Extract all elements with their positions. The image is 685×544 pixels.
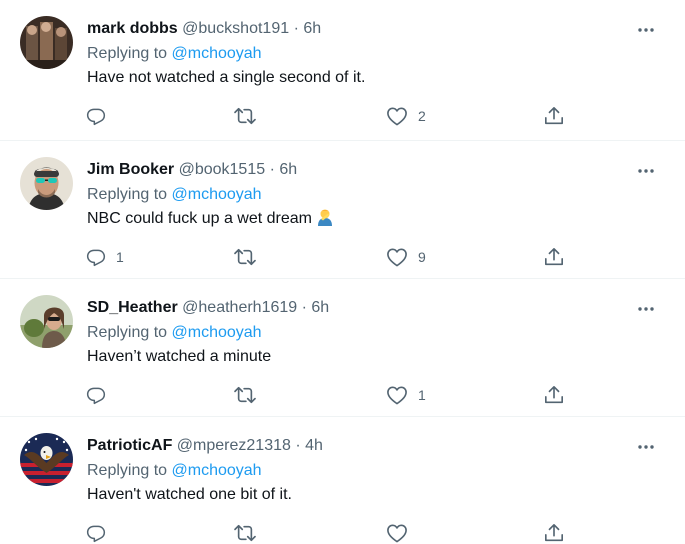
retweet-button[interactable] <box>233 245 267 269</box>
separator-dot: · <box>301 299 307 316</box>
more-horizontal-icon <box>638 445 654 449</box>
replying-to-label: Replying to <box>87 462 168 479</box>
heart-icon <box>387 248 407 267</box>
tweet-header: PatrioticAF @mperez21318 · 4h <box>87 435 323 457</box>
more-options-button[interactable] <box>635 20 657 40</box>
avatar[interactable] <box>20 157 73 210</box>
avatar[interactable] <box>20 433 73 486</box>
tweet-actions: 1 9 <box>0 245 685 269</box>
user-handle[interactable]: @mperez21318 <box>177 437 291 454</box>
reply-button[interactable] <box>86 383 116 407</box>
reply-button[interactable] <box>86 104 116 128</box>
retweet-icon <box>234 107 256 125</box>
person-facepalming-emoji-icon <box>316 208 334 233</box>
display-name[interactable]: mark dobbs <box>87 20 178 37</box>
replying-to-label: Replying to <box>87 45 168 62</box>
tweet-text: NBC could fuck up a wet dream <box>87 210 312 227</box>
timestamp[interactable]: 6h <box>311 299 329 316</box>
reply-count: 1 <box>116 249 124 265</box>
like-count: 9 <box>418 249 426 265</box>
mention-link[interactable]: @mchooyah <box>172 324 262 341</box>
tweet-actions: 1 <box>0 383 685 407</box>
share-button[interactable] <box>543 104 565 128</box>
more-horizontal-icon <box>638 307 654 311</box>
timestamp[interactable]: 6h <box>279 161 297 178</box>
mention-link[interactable]: @mchooyah <box>172 186 262 203</box>
tweet-reply[interactable]: SD_Heather @heatherh1619 · 6h Replying t… <box>0 279 685 417</box>
share-icon <box>545 524 564 542</box>
like-button[interactable]: 9 <box>386 245 426 269</box>
replying-to-line: Replying to @mchooyah <box>87 184 262 206</box>
like-button[interactable]: 2 <box>386 104 426 128</box>
avatar[interactable] <box>20 16 73 69</box>
heart-icon <box>387 386 407 405</box>
separator-dot: · <box>295 437 301 454</box>
reply-button[interactable] <box>86 521 116 544</box>
share-icon <box>545 107 564 125</box>
user-handle[interactable]: @buckshot191 <box>182 20 289 37</box>
share-button[interactable] <box>543 383 565 407</box>
tweet-actions: 2 <box>0 104 685 128</box>
replying-to-line: Replying to @mchooyah <box>87 322 262 344</box>
share-button[interactable] <box>543 245 565 269</box>
heart-icon <box>387 524 407 543</box>
avatar[interactable] <box>20 295 73 348</box>
like-button[interactable] <box>386 521 418 544</box>
more-options-button[interactable] <box>635 299 657 319</box>
tweet-reply[interactable]: Jim Booker @book1515 · 6h Replying to @m… <box>0 141 685 279</box>
replying-to-line: Replying to @mchooyah <box>87 43 262 65</box>
share-button[interactable] <box>543 521 565 544</box>
separator-dot: · <box>269 161 275 178</box>
display-name[interactable]: SD_Heather <box>87 299 178 316</box>
reply-icon <box>86 108 106 126</box>
tweet-text: Haven't watched one bit of it. <box>87 486 292 503</box>
retweet-button[interactable] <box>233 383 267 407</box>
user-handle[interactable]: @book1515 <box>179 161 266 178</box>
mention-link[interactable]: @mchooyah <box>172 45 262 62</box>
share-icon <box>545 386 564 404</box>
more-options-button[interactable] <box>635 437 657 457</box>
more-horizontal-icon <box>638 169 654 173</box>
tweet-header: mark dobbs @buckshot191 · 6h <box>87 18 321 40</box>
display-name[interactable]: PatrioticAF <box>87 437 172 454</box>
tweet-header: Jim Booker @book1515 · 6h <box>87 159 297 181</box>
reply-icon <box>86 249 106 267</box>
retweet-button[interactable] <box>233 104 267 128</box>
mention-link[interactable]: @mchooyah <box>172 462 262 479</box>
heart-icon <box>387 107 407 126</box>
retweet-icon <box>234 386 256 404</box>
more-options-button[interactable] <box>635 161 657 181</box>
tweet-text-container: NBC could fuck up a wet dream <box>87 208 334 233</box>
tweet-header: SD_Heather @heatherh1619 · 6h <box>87 297 329 319</box>
tweet-actions <box>0 521 685 544</box>
reply-icon <box>86 525 106 543</box>
replying-to-label: Replying to <box>87 324 168 341</box>
replies-feed: mark dobbs @buckshot191 · 6h Replying to… <box>0 0 685 544</box>
reply-icon <box>86 387 106 405</box>
replying-to-label: Replying to <box>87 186 168 203</box>
like-button[interactable]: 1 <box>386 383 426 407</box>
retweet-icon <box>234 524 256 542</box>
retweet-button[interactable] <box>233 521 267 544</box>
like-count: 2 <box>418 108 426 124</box>
reply-button[interactable]: 1 <box>86 245 124 269</box>
like-count: 1 <box>418 387 426 403</box>
timestamp[interactable]: 4h <box>305 437 323 454</box>
separator-dot: · <box>293 20 299 37</box>
retweet-icon <box>234 248 256 266</box>
tweet-reply[interactable]: PatrioticAF @mperez21318 · 4h Replying t… <box>0 417 685 544</box>
replying-to-line: Replying to @mchooyah <box>87 460 262 482</box>
share-icon <box>545 248 564 266</box>
tweet-reply[interactable]: mark dobbs @buckshot191 · 6h Replying to… <box>0 0 685 141</box>
display-name[interactable]: Jim Booker <box>87 161 174 178</box>
tweet-text: Haven’t watched a minute <box>87 348 272 365</box>
timestamp[interactable]: 6h <box>303 20 321 37</box>
user-handle[interactable]: @heatherh1619 <box>182 299 297 316</box>
more-horizontal-icon <box>638 28 654 32</box>
tweet-text: Have not watched a single second of it. <box>87 69 366 86</box>
